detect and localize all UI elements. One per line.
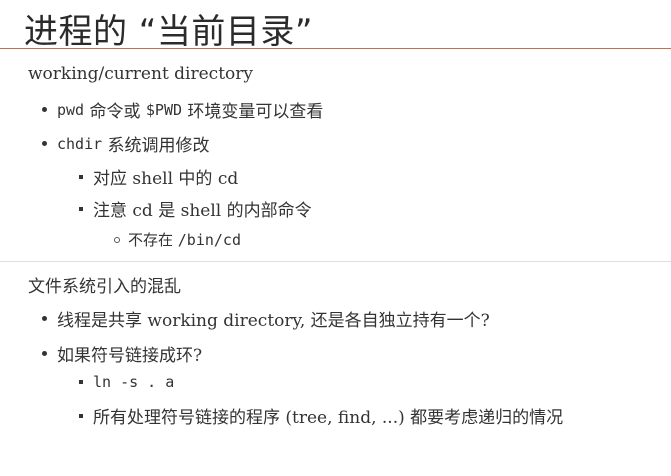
- section-heading-fs-confusion: 文件系统引入的混乱: [28, 277, 181, 297]
- list-item-symlink-loop: 如果符号链接成环?: [42, 341, 202, 366]
- bullet: [79, 413, 83, 418]
- bullet: [79, 380, 83, 384]
- bullet: [114, 236, 120, 243]
- bullet: [42, 316, 47, 321]
- item-text: 系统调用修改: [102, 136, 210, 156]
- section-divider: [0, 261, 671, 262]
- list-item-threads: 线程是共享 working directory, 还是各自独立持有一个?: [42, 306, 490, 331]
- code-pwd: pwd: [57, 100, 85, 119]
- item-text: 环境变量可以查看: [182, 102, 324, 122]
- item-text: 注意 cd 是 shell 的内部命令: [93, 201, 312, 221]
- list-item-chdir: chdir 系统调用修改: [42, 131, 210, 156]
- list-item-ln-command: ln -s . a: [79, 373, 174, 391]
- list-item-recursion: 所有处理符号链接的程序 (tree, find, ...) 都要考虑递归的情况: [79, 403, 563, 428]
- bullet: [42, 351, 47, 356]
- bullet: [42, 107, 47, 112]
- section-heading-working-directory: working/current directory: [28, 64, 254, 84]
- title-divider: [0, 48, 671, 49]
- list-item-pwd: pwd 命令或 $PWD 环境变量可以查看: [42, 97, 323, 122]
- code-pwd-var: $PWD: [145, 100, 183, 119]
- item-text: 对应 shell 中的 cd: [93, 169, 239, 189]
- bullet: [42, 141, 47, 146]
- bullet: [79, 174, 83, 179]
- code-bin-cd: /bin/cd: [177, 230, 241, 249]
- code-chdir: chdir: [57, 134, 103, 153]
- item-text: 不存在: [128, 231, 178, 249]
- slide-title: 进程的 “当前目录”: [24, 12, 314, 52]
- list-item-shell-cd: 对应 shell 中的 cd: [79, 164, 238, 189]
- bullet: [79, 206, 83, 211]
- list-item-cd-builtin: 注意 cd 是 shell 的内部命令: [79, 196, 312, 221]
- code-ln: ln -s . a: [93, 373, 175, 391]
- item-text: 线程是共享 working directory, 还是各自独立持有一个?: [57, 311, 490, 331]
- list-item-no-bin-cd: 不存在 /bin/cd: [114, 229, 241, 250]
- item-text: 所有处理符号链接的程序 (tree, find, ...) 都要考虑递归的情况: [93, 408, 564, 428]
- item-text: 命令或: [84, 102, 146, 122]
- item-text: 如果符号链接成环?: [57, 346, 203, 366]
